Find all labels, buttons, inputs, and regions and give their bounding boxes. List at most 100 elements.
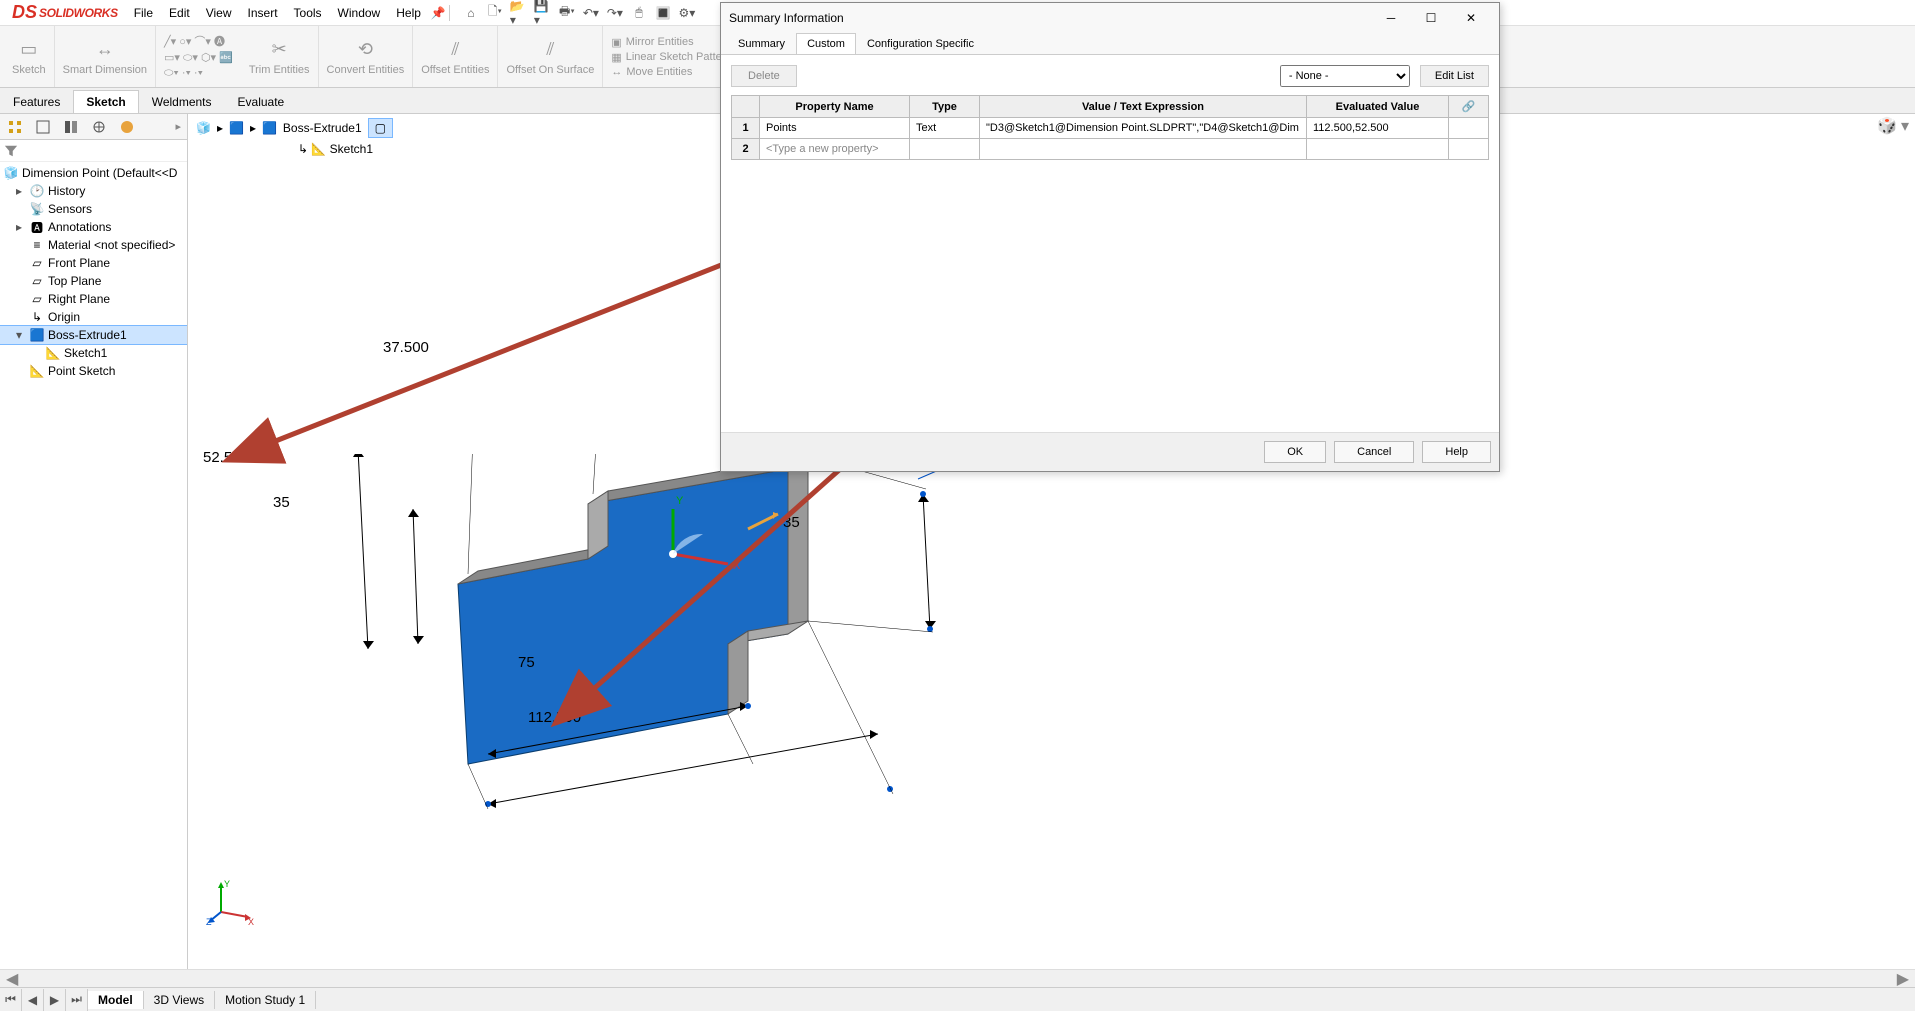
fm-expand-icon[interactable]: ▸ xyxy=(175,120,185,133)
ribbon-offset[interactable]: ⫽ Offset Entities xyxy=(413,26,498,87)
edit-list-button[interactable]: Edit List xyxy=(1420,65,1489,87)
help-button[interactable]: Help xyxy=(1422,441,1491,463)
bottom-prev-icon[interactable]: ◀ xyxy=(22,989,44,1011)
dim-35b[interactable]: 35 xyxy=(783,514,800,531)
row2-link[interactable] xyxy=(1449,139,1489,160)
table-row[interactable]: 2 <Type a new property> xyxy=(732,139,1489,160)
pin-icon[interactable]: 📌 xyxy=(429,4,447,22)
fm-tab-config[interactable] xyxy=(58,116,84,138)
dlg-tab-config[interactable]: Configuration Specific xyxy=(856,33,985,54)
close-button[interactable]: ✕ xyxy=(1451,4,1491,32)
bottom-last-icon[interactable]: ⏭ xyxy=(66,989,88,1011)
tree-topplane[interactable]: ▱Top Plane xyxy=(0,272,187,290)
feature-filter[interactable] xyxy=(0,140,187,162)
tree-annotations[interactable]: ▸🅰Annotations xyxy=(0,218,187,236)
maximize-button[interactable]: ☐ xyxy=(1411,4,1451,32)
tree-root[interactable]: 🧊 Dimension Point (Default<<D xyxy=(0,164,187,182)
row1-name[interactable]: Points xyxy=(760,118,910,139)
tree-bossextrude[interactable]: ▾🟦Boss-Extrude1 xyxy=(0,326,187,344)
ribbon-trim[interactable]: ✂ Trim Entities xyxy=(241,26,319,87)
menu-insert[interactable]: Insert xyxy=(240,4,286,22)
bottom-first-icon[interactable]: ⏮ xyxy=(0,989,22,1011)
delete-button[interactable]: Delete xyxy=(731,65,797,87)
view-mode-icon[interactable]: ▾ xyxy=(1901,116,1909,136)
row2-name[interactable]: <Type a new property> xyxy=(760,139,910,160)
fm-tab-tree[interactable] xyxy=(2,116,28,138)
tab-model[interactable]: Model xyxy=(88,991,144,1009)
gfx-bc-box[interactable]: ▢ xyxy=(368,118,393,138)
tree-material[interactable]: ≡Material <not specified> xyxy=(0,236,187,254)
horizontal-scrollbar[interactable]: ◀ ▶ xyxy=(0,969,1915,987)
rebuild-icon[interactable]: 🔳 xyxy=(654,4,672,22)
fm-tab-property[interactable] xyxy=(30,116,56,138)
menu-window[interactable]: Window xyxy=(330,4,389,22)
menu-file[interactable]: File xyxy=(126,4,161,22)
menu-tools[interactable]: Tools xyxy=(286,4,330,22)
view-triad[interactable]: Y X Z xyxy=(206,877,256,927)
minimize-button[interactable]: ─ xyxy=(1371,4,1411,32)
row1-type[interactable]: Text xyxy=(910,118,980,139)
ribbon-convert[interactable]: ⟲ Convert Entities xyxy=(319,26,414,87)
select-icon[interactable]: 🖱 xyxy=(630,4,648,22)
row2-value[interactable] xyxy=(980,139,1307,160)
view-cube-icon[interactable]: 🎲 xyxy=(1877,116,1897,136)
dim-35a[interactable]: 35 xyxy=(273,494,290,511)
scroll-right-icon[interactable]: ▶ xyxy=(1891,969,1915,989)
model-view[interactable]: Y X xyxy=(318,454,998,894)
new-icon[interactable]: 🗋▾ xyxy=(486,4,504,22)
dim-112500[interactable]: 112.500 xyxy=(528,709,581,726)
dim-52500[interactable]: 52.500 xyxy=(203,449,249,466)
origin-icon: ↳ xyxy=(30,310,44,324)
ribbon-smartdim[interactable]: ↔ Smart Dimension xyxy=(55,26,156,87)
menu-sep xyxy=(449,5,450,21)
bom-select[interactable]: - None - xyxy=(1280,65,1410,87)
tree-sketch1[interactable]: 📐Sketch1 xyxy=(0,344,187,362)
tab-sketch[interactable]: Sketch xyxy=(73,90,138,113)
topplane-label: Top Plane xyxy=(48,274,101,288)
bottom-next-icon[interactable]: ▶ xyxy=(44,989,66,1011)
dim-37500[interactable]: 37.500 xyxy=(383,339,429,356)
gfx-feature-label[interactable]: Boss-Extrude1 xyxy=(283,121,362,135)
menu-help[interactable]: Help xyxy=(388,4,429,22)
cancel-button[interactable]: Cancel xyxy=(1334,441,1414,463)
dialog-titlebar[interactable]: Summary Information ─ ☐ ✕ xyxy=(721,3,1499,33)
tree-origin[interactable]: ↳Origin xyxy=(0,308,187,326)
tree-rightplane[interactable]: ▱Right Plane xyxy=(0,290,187,308)
print-icon[interactable]: 🖶▾ xyxy=(558,4,576,22)
ribbon-sketch[interactable]: ▭ Sketch xyxy=(4,26,55,87)
dlg-tab-summary[interactable]: Summary xyxy=(727,33,796,54)
redo-icon[interactable]: ↷▾ xyxy=(606,4,624,22)
open-icon[interactable]: 📂▾ xyxy=(510,4,528,22)
menu-view[interactable]: View xyxy=(198,4,240,22)
ribbon-sketch-entities[interactable]: ╱▾ ○▾ ⌒▾ 🅐 ▭▾ ⬭▾ ⬡▾ 🔤 ⬭▾ ·▾ ·▾ xyxy=(156,29,241,84)
ribbon-offset-surf[interactable]: ⫽ Offset On Surface xyxy=(498,26,603,87)
fm-tab-dim[interactable] xyxy=(86,116,112,138)
tab-evaluate[interactable]: Evaluate xyxy=(225,90,298,113)
tree-history[interactable]: ▸🕑History xyxy=(0,182,187,200)
fm-tab-appearance[interactable] xyxy=(114,116,140,138)
menu-edit[interactable]: Edit xyxy=(161,4,198,22)
tab-features[interactable]: Features xyxy=(0,90,73,113)
gfx-extrude-icon[interactable]: 🟦 xyxy=(229,121,244,135)
tree-pointsketch[interactable]: 📐Point Sketch xyxy=(0,362,187,380)
gfx-breadcrumb-sub[interactable]: ↳ 📐 Sketch1 xyxy=(298,142,373,156)
ok-button[interactable]: OK xyxy=(1264,441,1326,463)
options-icon[interactable]: ⚙▾ xyxy=(678,4,696,22)
gfx-feature-icon[interactable]: 🟦 xyxy=(262,121,277,135)
save-icon[interactable]: 💾▾ xyxy=(534,4,552,22)
row1-value[interactable]: "D3@Sketch1@Dimension Point.SLDPRT","D4@… xyxy=(980,118,1307,139)
scroll-left-icon[interactable]: ◀ xyxy=(0,969,24,989)
tree-sensors[interactable]: 📡Sensors xyxy=(0,200,187,218)
home-icon[interactable]: ⌂ xyxy=(462,4,480,22)
row2-type[interactable] xyxy=(910,139,980,160)
gfx-part-icon[interactable]: 🧊 xyxy=(196,121,211,135)
tab-3dviews[interactable]: 3D Views xyxy=(144,991,215,1009)
dim-75[interactable]: 75 xyxy=(518,654,535,671)
table-row[interactable]: 1 Points Text "D3@Sketch1@Dimension Poin… xyxy=(732,118,1489,139)
tab-weldments[interactable]: Weldments xyxy=(139,90,225,113)
dlg-tab-custom[interactable]: Custom xyxy=(796,33,856,54)
row1-link[interactable] xyxy=(1449,118,1489,139)
undo-icon[interactable]: ↶▾ xyxy=(582,4,600,22)
tab-motionstudy[interactable]: Motion Study 1 xyxy=(215,991,316,1009)
tree-frontplane[interactable]: ▱Front Plane xyxy=(0,254,187,272)
